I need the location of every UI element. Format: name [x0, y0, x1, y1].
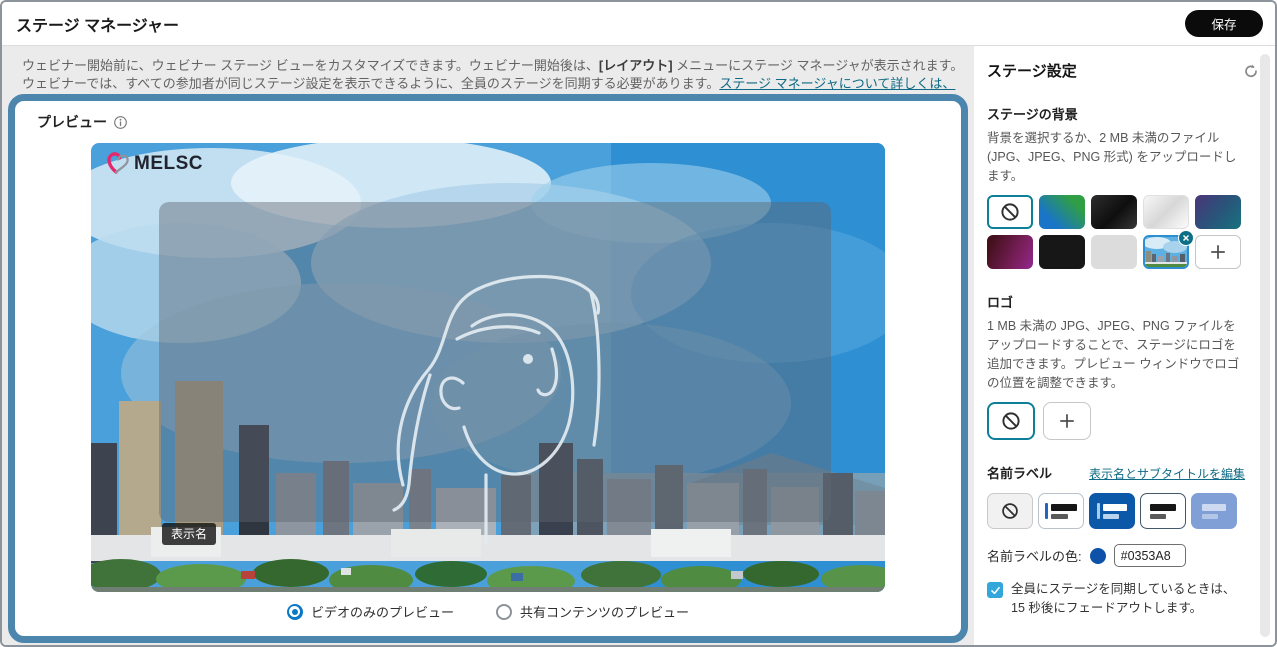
background-section-title: ステージの背景	[987, 104, 1245, 123]
circle-slash-icon	[1000, 501, 1020, 521]
name-label-header: 名前ラベル 表示名とサブタイトルを編集	[987, 463, 1245, 482]
background-option-black[interactable]	[1039, 235, 1085, 269]
background-option-light-gray[interactable]	[1091, 235, 1137, 269]
radio-selected-icon[interactable]	[287, 604, 303, 620]
background-option-black-waves[interactable]	[1091, 195, 1137, 229]
stage-logo-text: MELSC	[134, 153, 203, 175]
save-button[interactable]: 保存	[1185, 10, 1263, 37]
settings-title: ステージ設定	[987, 60, 1245, 81]
color-hex-input[interactable]	[1114, 544, 1186, 567]
name-label-style-options	[987, 493, 1245, 529]
circle-slash-icon	[1000, 410, 1022, 432]
sync-fadeout-row: 全員にステージを同期しているときは、15 秒後にフェードアウトします。	[987, 580, 1245, 618]
name-label-color-row: 名前ラベルの色:	[987, 544, 1245, 567]
edit-display-name-link[interactable]: 表示名とサブタイトルを編集	[1089, 465, 1245, 482]
sync-fadeout-label: 全員にステージを同期しているときは、15 秒後にフェードアウトします。	[1011, 580, 1245, 618]
background-add-button[interactable]	[1195, 235, 1241, 269]
plus-icon	[1209, 243, 1227, 261]
left-content-area: ウェビナー開始前に、ウェビナー ステージ ビューをカスタマイズできます。ウェビナ…	[2, 46, 974, 647]
circle-slash-icon	[999, 201, 1021, 223]
info-icon[interactable]	[113, 115, 128, 130]
logo-option-none[interactable]	[987, 402, 1035, 440]
radio-unselected-icon[interactable]	[496, 604, 512, 620]
color-swatch[interactable]	[1090, 548, 1106, 564]
logo-options	[987, 402, 1245, 440]
background-option-none[interactable]	[987, 195, 1033, 229]
page-title: ステージ マネージャー	[16, 12, 179, 36]
stage-preview[interactable]: MELSC 表示名	[91, 143, 885, 592]
sync-fadeout-checkbox[interactable]	[987, 582, 1003, 598]
name-label-style-none[interactable]	[987, 493, 1033, 529]
refresh-icon[interactable]	[1241, 61, 1261, 84]
layout-menu-ref: [レイアウト]	[599, 58, 673, 73]
name-label-color-caption: 名前ラベルの色:	[987, 546, 1082, 565]
video-placeholder	[159, 202, 831, 543]
plus-icon	[1058, 412, 1076, 430]
name-label-section-title: 名前ラベル	[987, 463, 1052, 482]
background-options-grid	[987, 195, 1245, 269]
logo-section-description: 1 MB 未満の JPG、JPEG、PNG ファイルをアップロードすることで、ス…	[987, 317, 1245, 392]
top-bar: ステージ マネージャー 保存	[2, 2, 1275, 46]
preview-mode-radios: ビデオのみのプレビュー 共有コンテンツのプレビュー	[15, 602, 961, 621]
stage-logo[interactable]: MELSC	[104, 151, 203, 176]
scrollbar[interactable]	[1260, 54, 1270, 637]
logo-add-button[interactable]	[1043, 402, 1091, 440]
notice-line-1: ウェビナー開始前に、ウェビナー ステージ ビューをカスタマイズできます。ウェビナ…	[22, 57, 968, 75]
name-label-style-white-outlined[interactable]	[1140, 493, 1186, 529]
radio-shared-content[interactable]: 共有コンテンツのプレビュー	[496, 602, 689, 621]
preview-title: プレビュー	[37, 112, 128, 132]
background-option-city-selected[interactable]	[1143, 235, 1189, 269]
preview-panel: プレビュー	[8, 94, 968, 643]
background-option-red-magenta[interactable]	[987, 235, 1033, 269]
background-option-purple-teal[interactable]	[1195, 195, 1241, 229]
stage-manager-window: ステージ マネージャー 保存 ウェビナー開始前に、ウェビナー ステージ ビューを…	[0, 0, 1277, 647]
remove-background-icon[interactable]	[1178, 230, 1194, 246]
display-name-label[interactable]: 表示名	[162, 523, 216, 545]
radio-video-only[interactable]: ビデオのみのプレビュー	[287, 602, 454, 621]
background-section-description: 背景を選択するか、2 MB 未満のファイル (JPG、JPEG、PNG 形式) …	[987, 129, 1245, 185]
stage-settings-panel: ステージ設定 ステージの背景 背景を選択するか、2 MB 未満のファイル (JP…	[974, 46, 1277, 647]
background-option-blue-green[interactable]	[1039, 195, 1085, 229]
melsc-heart-icon	[104, 151, 130, 176]
check-icon	[990, 585, 1001, 596]
background-option-silver-waves[interactable]	[1143, 195, 1189, 229]
name-label-style-light-blue[interactable]	[1191, 493, 1237, 529]
logo-section-title: ロゴ	[987, 292, 1245, 311]
name-label-style-white-accent[interactable]	[1038, 493, 1084, 529]
name-label-style-blue-filled-selected[interactable]	[1089, 493, 1135, 529]
